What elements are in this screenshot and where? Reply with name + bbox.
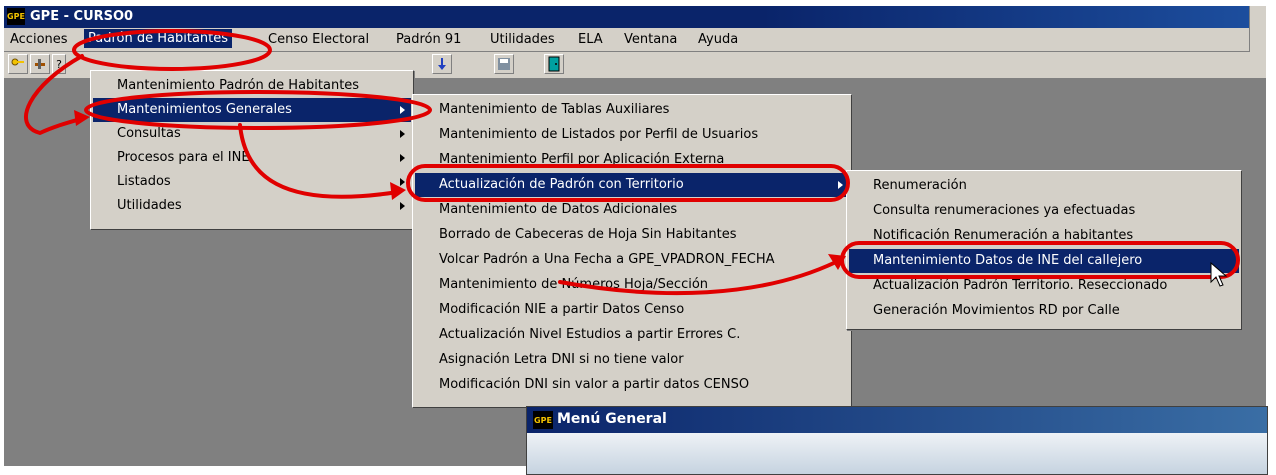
- menu2-item-volcar-padron[interactable]: Volcar Padrón a Una Fecha a GPE_VPADRON_…: [415, 248, 849, 272]
- menu3-item-datos-ine-callejero[interactable]: Mantenimiento Datos de INE del callejero: [849, 249, 1239, 273]
- menu2-item-actualizacion-padron-territorio[interactable]: Actualización de Padrón con Territorio: [415, 173, 849, 197]
- menu1-label: Mantenimientos Generales: [117, 102, 292, 117]
- menu1-item-utilidades[interactable]: Utilidades: [93, 194, 411, 218]
- menu2-item-listados-perfil[interactable]: Mantenimiento de Listados por Perfil de …: [415, 123, 849, 147]
- menu3-label: Generación Movimientos RD por Calle: [873, 303, 1120, 318]
- child-app-logo: GPE: [533, 411, 553, 429]
- menu-ayuda[interactable]: Ayuda: [698, 32, 738, 47]
- menu3-item-reseccionado[interactable]: Actualización Padrón Territorio. Resecci…: [849, 274, 1239, 298]
- child-window-title: Menú General: [557, 411, 667, 427]
- menu2-label: Asignación Letra DNI si no tiene valor: [439, 352, 684, 367]
- padron-habitantes-menu: Mantenimiento Padrón de Habitantes Mante…: [90, 70, 414, 230]
- menu3-item-renumeracion[interactable]: Renumeración: [849, 174, 1239, 198]
- menu2-item-modificacion-nie[interactable]: Modificación NIE a partir Datos Censo: [415, 298, 849, 322]
- menu2-label: Modificación DNI sin valor a partir dato…: [439, 377, 750, 392]
- app-logo: GPE: [7, 8, 25, 25]
- child-title-bar[interactable]: GPE Menú General: [527, 407, 1267, 433]
- menu3-label: Consulta renumeraciones ya efectuadas: [873, 203, 1136, 218]
- submenu-arrow-icon: [400, 130, 405, 138]
- menu2-label: Mantenimiento de Tablas Auxiliares: [439, 102, 670, 117]
- submenu-arrow-icon: [400, 106, 405, 114]
- key-icon[interactable]: [8, 54, 28, 74]
- menu-bar: Acciones Padrón de Habitantes Censo Elec…: [4, 28, 1266, 52]
- submenu-arrow-icon: [838, 181, 843, 189]
- menu1-item-procesos-ine[interactable]: Procesos para el INE: [93, 146, 411, 170]
- menu1-label: Listados: [117, 174, 171, 189]
- menu2-label: Borrado de Cabeceras de Hoja Sin Habitan…: [439, 227, 737, 242]
- menu-ventana[interactable]: Ventana: [624, 32, 677, 47]
- child-window-body: [527, 433, 1267, 474]
- menu2-label: Volcar Padrón a Una Fecha a GPE_VPADRON_…: [439, 252, 775, 267]
- menu2-label: Mantenimiento de Números Hoja/Sección: [439, 277, 709, 292]
- menu3-item-movimientos-rd[interactable]: Generación Movimientos RD por Calle: [849, 299, 1239, 323]
- submenu-arrow-icon: [400, 178, 405, 186]
- menu1-label: Procesos para el INE: [117, 150, 250, 165]
- menu3-label: Renumeración: [873, 178, 967, 193]
- menu3-label: Actualización Padrón Territorio. Resecci…: [873, 278, 1168, 293]
- download-icon[interactable]: [432, 54, 452, 74]
- window-title: GPE - CURSO0: [30, 9, 134, 24]
- menu3-item-consulta-renumeraciones[interactable]: Consulta renumeraciones ya efectuadas: [849, 199, 1239, 223]
- tools-icon[interactable]: [30, 54, 50, 74]
- actualizacion-padron-submenu: Renumeración Consulta renumeraciones ya …: [846, 170, 1242, 330]
- menu-padron-91[interactable]: Padrón 91: [396, 32, 461, 47]
- mantenimientos-generales-submenu: Mantenimiento de Tablas Auxiliares Mante…: [412, 94, 852, 408]
- menu3-label: Mantenimiento Datos de INE del callejero: [873, 253, 1143, 268]
- menu2-item-numeros-hoja[interactable]: Mantenimiento de Números Hoja/Sección: [415, 273, 849, 297]
- menu2-item-nivel-estudios[interactable]: Actualización Nivel Estudios a partir Er…: [415, 323, 849, 347]
- menu-general-window[interactable]: GPE Menú General: [526, 406, 1268, 475]
- submenu-arrow-icon: [400, 202, 405, 210]
- menu2-item-datos-adicionales[interactable]: Mantenimiento de Datos Adicionales: [415, 198, 849, 222]
- menu1-item-listados[interactable]: Listados: [93, 170, 411, 194]
- menu2-item-perfil-aplicacion[interactable]: Mantenimiento Perfil por Aplicación Exte…: [415, 148, 849, 172]
- help-icon[interactable]: ?: [52, 54, 66, 74]
- menu3-item-notificacion-renumeracion[interactable]: Notificación Renumeración a habitantes: [849, 224, 1239, 248]
- menu2-item-modificacion-dni[interactable]: Modificación DNI sin valor a partir dato…: [415, 373, 849, 397]
- menu-padron-habitantes[interactable]: Padrón de Habitantes: [84, 29, 233, 48]
- menu1-item-mantenimiento-padron[interactable]: Mantenimiento Padrón de Habitantes: [93, 74, 411, 98]
- menu-ela[interactable]: ELA: [578, 32, 603, 47]
- exit-door-icon[interactable]: [544, 54, 564, 74]
- menu2-item-tablas-auxiliares[interactable]: Mantenimiento de Tablas Auxiliares: [415, 98, 849, 122]
- mdi-controls: [1249, 6, 1266, 52]
- menu1-item-consultas[interactable]: Consultas: [93, 122, 411, 146]
- menu2-label: Mantenimiento Perfil por Aplicación Exte…: [439, 152, 725, 167]
- menu1-label: Utilidades: [117, 198, 182, 213]
- menu2-item-letra-dni[interactable]: Asignación Letra DNI si no tiene valor: [415, 348, 849, 372]
- mouse-cursor-icon: [1210, 262, 1228, 287]
- submenu-arrow-icon: [400, 154, 405, 162]
- menu1-item-mantenimientos-generales[interactable]: Mantenimientos Generales: [93, 98, 411, 122]
- menu2-label: Actualización de Padrón con Territorio: [439, 177, 684, 192]
- menu-acciones[interactable]: Acciones: [10, 32, 68, 47]
- menu3-label: Notificación Renumeración a habitantes: [873, 228, 1134, 243]
- menu2-label: Actualización Nivel Estudios a partir Er…: [439, 327, 741, 342]
- menu2-label: Mantenimiento de Listados por Perfil de …: [439, 127, 759, 142]
- menu1-label: Mantenimiento Padrón de Habitantes: [117, 78, 360, 93]
- menu2-label: Modificación NIE a partir Datos Censo: [439, 302, 685, 317]
- menu-censo-electoral[interactable]: Censo Electoral: [268, 32, 369, 47]
- menu2-item-borrado-cabeceras[interactable]: Borrado de Cabeceras de Hoja Sin Habitan…: [415, 223, 849, 247]
- menu2-label: Mantenimiento de Datos Adicionales: [439, 202, 678, 217]
- menu1-label: Consultas: [117, 126, 181, 141]
- save-icon[interactable]: [494, 54, 514, 74]
- title-bar[interactable]: GPE GPE - CURSO0: [4, 6, 1266, 28]
- menu-utilidades[interactable]: Utilidades: [490, 32, 555, 47]
